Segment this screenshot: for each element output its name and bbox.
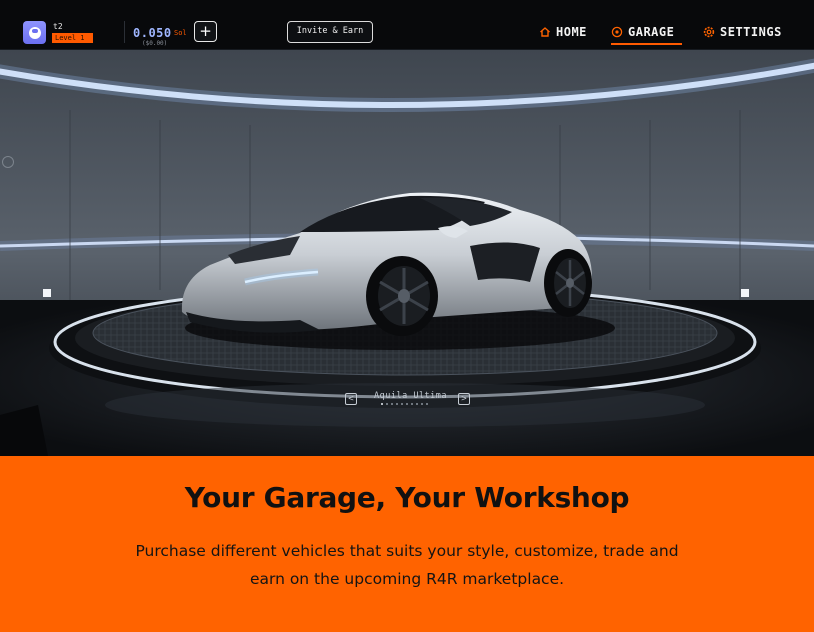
banner-title: Your Garage, Your Workshop (184, 481, 630, 514)
user-avatar[interactable] (23, 21, 46, 44)
divider (124, 21, 125, 43)
previous-car-button[interactable]: < (345, 393, 357, 405)
carousel-dot[interactable] (381, 403, 383, 405)
balance-unit: Sol (174, 29, 187, 37)
carousel-dot[interactable] (426, 403, 428, 405)
user-icon (28, 26, 41, 39)
level-badge: Level 1 (52, 33, 93, 43)
nav-home-label: HOME (556, 25, 587, 39)
balance-value: 0.050 (133, 26, 172, 40)
carousel-dot[interactable] (386, 403, 388, 405)
garage-icon (611, 26, 623, 38)
carousel-dots (381, 403, 428, 405)
carousel-dot[interactable] (421, 403, 423, 405)
username: t2 (53, 22, 63, 31)
nav-home[interactable]: HOME (539, 23, 587, 41)
nav-settings-label: SETTINGS (720, 25, 782, 39)
invite-earn-button[interactable]: Invite & Earn (287, 21, 373, 43)
carousel-dot[interactable] (406, 403, 408, 405)
balance-usd: ($0.00) (142, 40, 168, 47)
banner-description: Purchase different vehicles that suits y… (135, 542, 679, 588)
add-funds-button[interactable]: + (194, 21, 217, 42)
gear-icon (703, 26, 715, 38)
nav-garage-label: GARAGE (628, 25, 675, 39)
carousel-dot[interactable] (391, 403, 393, 405)
active-tab-indicator (611, 43, 682, 45)
garage-page: t2 Level 1 0.050 Sol ($0.00) + Invite & … (0, 0, 814, 632)
top-bar: t2 Level 1 0.050 Sol ($0.00) + Invite & … (0, 0, 814, 50)
home-icon (540, 27, 550, 37)
carousel-dot[interactable] (411, 403, 413, 405)
carousel-dot[interactable] (416, 403, 418, 405)
side-indicator[interactable] (2, 156, 14, 168)
next-car-button[interactable]: > (458, 393, 470, 405)
carousel-dot[interactable] (396, 403, 398, 405)
carousel-dot[interactable] (401, 403, 403, 405)
nav-garage[interactable]: GARAGE (611, 23, 674, 41)
nav-settings[interactable]: SETTINGS (703, 23, 782, 41)
car-name: Aquila Ultima (374, 391, 448, 401)
